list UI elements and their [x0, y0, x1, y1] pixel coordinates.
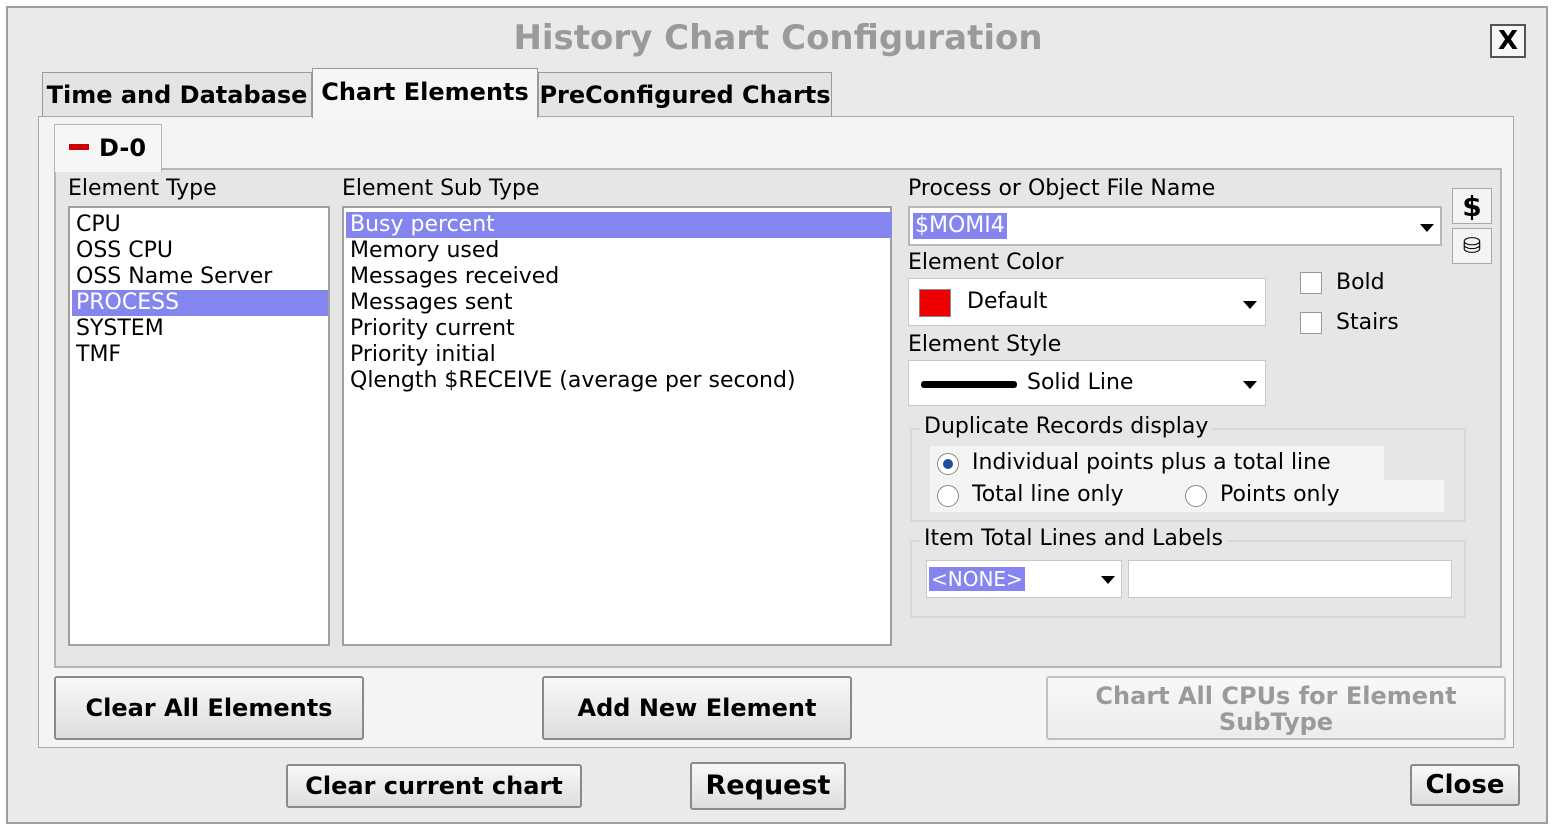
chevron-down-icon: [1243, 301, 1257, 309]
sub-type-item-messages-sent[interactable]: Messages sent: [350, 290, 512, 316]
chart-all-cpus-line2: SubType: [1218, 708, 1334, 736]
points-only-radio[interactable]: [1185, 485, 1207, 507]
element-type-item-oss-name-server[interactable]: OSS Name Server: [76, 264, 272, 290]
duplicate-records-label: Duplicate Records display: [920, 414, 1213, 439]
stairs-checkbox[interactable]: [1300, 312, 1322, 334]
element-type-list[interactable]: CPU OSS CPU OSS Name Server PROCESS SYST…: [68, 206, 330, 646]
chart-all-cpus-line1: Chart All CPUs for Element: [1095, 682, 1457, 710]
color-swatch: [919, 289, 951, 317]
tab-time-and-database[interactable]: Time and Database: [42, 72, 312, 116]
item-total-text-field[interactable]: [1128, 560, 1452, 598]
clear-current-chart-button[interactable]: Clear current chart: [286, 764, 582, 808]
chevron-down-icon: [1420, 224, 1434, 232]
element-style-label: Element Style: [908, 332, 1062, 357]
process-name-combo[interactable]: $MOMI4: [908, 206, 1442, 246]
element-color-value: Default: [967, 289, 1048, 314]
points-only-label: Points only: [1220, 482, 1340, 507]
sub-type-item-memory-used[interactable]: Memory used: [350, 238, 499, 264]
item-total-label: Item Total Lines and Labels: [920, 526, 1227, 551]
element-color-combo[interactable]: Default: [908, 278, 1266, 326]
tab-d-0[interactable]: D-0: [54, 124, 162, 172]
element-type-label: Element Type: [68, 176, 217, 201]
series-color-marker: [69, 144, 89, 150]
close-x-button[interactable]: X: [1490, 24, 1526, 58]
element-style-combo[interactable]: Solid Line: [908, 360, 1266, 406]
process-name-label: Process or Object File Name: [908, 176, 1216, 201]
total-line-only-label: Total line only: [972, 482, 1124, 507]
solid-line-icon: [921, 381, 1017, 388]
bold-label: Bold: [1336, 270, 1385, 295]
tab-chart-elements[interactable]: Chart Elements: [312, 68, 538, 118]
sub-type-item-priority-current[interactable]: Priority current: [350, 316, 515, 342]
chevron-down-icon: [1243, 381, 1257, 389]
clear-all-elements-button[interactable]: Clear All Elements: [54, 676, 364, 740]
tab-d-0-label: D-0: [99, 134, 147, 162]
dollar-icon[interactable]: $: [1452, 188, 1492, 224]
element-type-item-oss-cpu[interactable]: OSS CPU: [76, 238, 173, 264]
item-total-combo[interactable]: <NONE>: [926, 560, 1122, 598]
chevron-down-icon: [1101, 576, 1115, 584]
sub-type-item-priority-initial[interactable]: Priority initial: [350, 342, 496, 368]
element-style-value: Solid Line: [1027, 370, 1134, 395]
tab-preconfigured-charts[interactable]: PreConfigured Charts: [538, 72, 832, 116]
database-icon[interactable]: ⛁: [1452, 228, 1492, 264]
process-name-value: $MOMI4: [913, 213, 1007, 239]
element-type-item-process[interactable]: PROCESS: [72, 290, 328, 316]
item-total-value: <NONE>: [929, 567, 1025, 591]
element-type-item-tmf[interactable]: TMF: [76, 342, 121, 368]
stairs-label: Stairs: [1336, 310, 1399, 335]
chart-all-cpus-button[interactable]: Chart All CPUs for Element SubType: [1046, 676, 1506, 740]
window-title: History Chart Configuration: [513, 18, 1043, 58]
sub-type-item-busy-percent[interactable]: Busy percent: [346, 212, 892, 238]
element-type-item-system[interactable]: SYSTEM: [76, 316, 164, 342]
individual-points-radio[interactable]: [937, 453, 959, 475]
element-color-label: Element Color: [908, 250, 1064, 275]
close-button[interactable]: Close: [1410, 764, 1520, 806]
sub-type-item-messages-received[interactable]: Messages received: [350, 264, 559, 290]
element-type-item-cpu[interactable]: CPU: [76, 212, 121, 238]
bold-checkbox[interactable]: [1300, 272, 1322, 294]
element-sub-type-list[interactable]: Busy percent Memory used Messages receiv…: [342, 206, 892, 646]
individual-points-label: Individual points plus a total line: [972, 450, 1331, 475]
add-new-element-button[interactable]: Add New Element: [542, 676, 852, 740]
sub-type-item-qlength-receive[interactable]: Qlength $RECEIVE (average per second): [350, 368, 796, 394]
request-button[interactable]: Request: [690, 762, 846, 810]
total-line-only-radio[interactable]: [937, 485, 959, 507]
element-sub-type-label: Element Sub Type: [342, 176, 540, 201]
